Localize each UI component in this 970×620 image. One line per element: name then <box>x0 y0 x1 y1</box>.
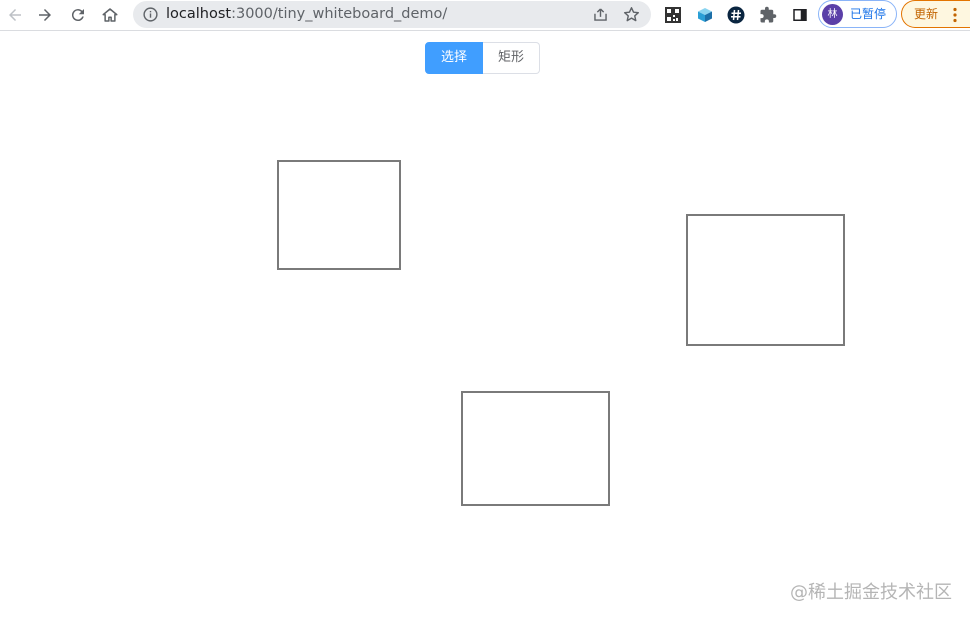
address-bar[interactable]: localhost:3000/tiny_whiteboard_demo/ <box>133 1 651 28</box>
hashtag-extension-icon[interactable] <box>725 4 747 26</box>
side-panel-icon[interactable] <box>789 4 811 26</box>
rectangle-tool-button[interactable]: 矩形 <box>483 42 541 74</box>
watermark: @稀土掘金技术社区 <box>790 582 952 603</box>
update-label: 更新 <box>914 7 939 21</box>
info-icon[interactable] <box>142 6 159 23</box>
url-text[interactable]: localhost:3000/tiny_whiteboard_demo/ <box>166 5 447 24</box>
avatar: 林 <box>822 4 843 25</box>
star-icon[interactable] <box>622 5 641 24</box>
tool-switcher: 选择 矩形 <box>425 42 541 74</box>
qr-code-icon[interactable] <box>662 4 684 26</box>
reload-icon[interactable] <box>66 3 90 27</box>
url-host: localhost <box>166 6 232 22</box>
whiteboard-canvas[interactable] <box>0 32 970 620</box>
rectangle-shape-2[interactable] <box>686 214 845 346</box>
forward-icon[interactable] <box>33 3 57 27</box>
more-vert-icon <box>953 7 957 23</box>
share-icon[interactable] <box>591 5 610 24</box>
select-tool-button[interactable]: 选择 <box>425 42 484 74</box>
rectangle-shape-1[interactable] <box>277 160 401 270</box>
home-icon[interactable] <box>98 3 122 27</box>
browser-toolbar: localhost:3000/tiny_whiteboard_demo/ 林 已… <box>0 0 970 31</box>
rectangle-shape-3[interactable] <box>461 391 610 506</box>
profile-status-label: 已暂停 <box>850 7 887 21</box>
update-button[interactable]: 更新 <box>901 0 970 28</box>
cube-extension-icon[interactable] <box>694 4 716 26</box>
back-icon[interactable] <box>3 3 27 27</box>
profile-button[interactable]: 林 已暂停 <box>818 0 897 28</box>
puzzle-icon[interactable] <box>757 4 779 26</box>
url-path: :3000/tiny_whiteboard_demo/ <box>231 6 448 22</box>
